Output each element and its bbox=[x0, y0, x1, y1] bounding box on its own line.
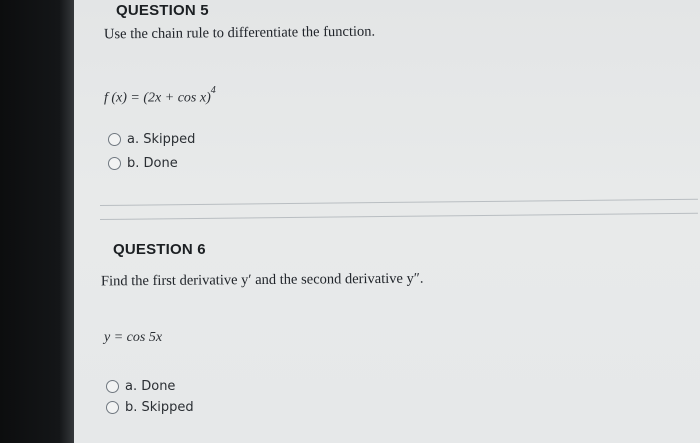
question-5-title: QUESTION 5 bbox=[116, 2, 209, 19]
option-label: b. Skipped bbox=[125, 400, 194, 415]
option-label: a. Done bbox=[125, 379, 176, 394]
question-5-formula-base: f (x) = (2x + cos x) bbox=[104, 90, 211, 106]
question-5-formula-exponent: 4 bbox=[210, 85, 216, 96]
quiz-page bbox=[74, 0, 700, 443]
question-5-option-a[interactable]: a. Skipped bbox=[108, 132, 195, 147]
option-label: a. Skipped bbox=[127, 132, 196, 147]
radio-button-icon[interactable] bbox=[106, 380, 119, 393]
monitor-bezel bbox=[0, 0, 76, 443]
radio-button-icon[interactable] bbox=[106, 401, 119, 414]
question-5-option-b[interactable]: b. Done bbox=[108, 156, 178, 171]
radio-button-icon[interactable] bbox=[108, 157, 121, 170]
question-6-formula: y = cos 5x bbox=[104, 330, 163, 345]
radio-button-icon[interactable] bbox=[108, 133, 121, 146]
question-5-formula: f (x) = (2x + cos x)4 bbox=[104, 85, 216, 107]
question-6-option-a[interactable]: a. Done bbox=[106, 379, 175, 394]
question-6-prompt: Find the first derivative y′ and the sec… bbox=[100, 270, 424, 290]
question-6-title: QUESTION 6 bbox=[113, 241, 206, 258]
question-5-prompt: Use the chain rule to differentiate the … bbox=[103, 23, 376, 43]
question-6-option-b[interactable]: b. Skipped bbox=[106, 400, 194, 415]
option-label: b. Done bbox=[127, 156, 178, 171]
